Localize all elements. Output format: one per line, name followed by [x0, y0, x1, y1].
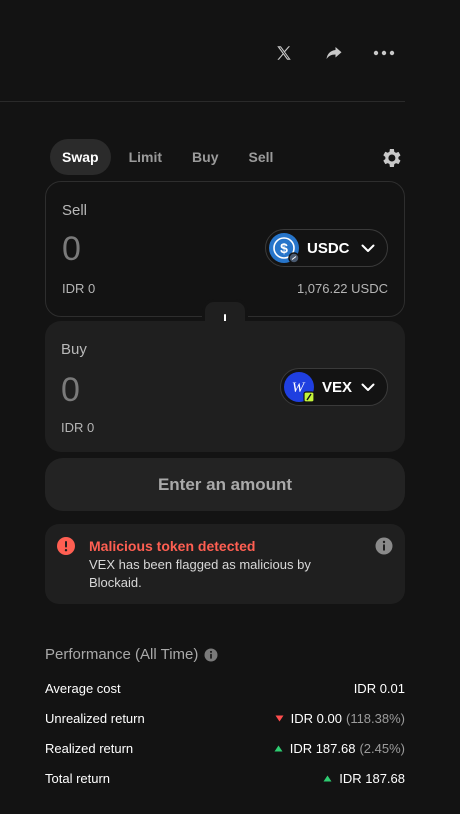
malicious-token-warning: Malicious token detected VEX has been fl…: [45, 524, 405, 604]
settings-gear-icon[interactable]: [379, 146, 403, 170]
chevron-down-icon: [361, 383, 375, 391]
perf-row-unrealized-return: Unrealized return IDR 0.00 (118.38%): [45, 708, 405, 728]
perf-label: Realized return: [45, 740, 134, 756]
more-icon[interactable]: [369, 38, 399, 68]
trend-up-icon: [323, 775, 332, 781]
usdc-logo-icon: $: [269, 233, 300, 264]
buy-panel: Buy 0 W VEX IDR 0: [45, 321, 405, 452]
trend-down-icon: [275, 715, 284, 721]
x-logo-icon[interactable]: [269, 38, 299, 68]
buy-token-selector[interactable]: W VEX: [280, 368, 388, 406]
perf-label: Total return: [45, 770, 111, 786]
top-divider: [0, 101, 405, 102]
sell-panel: Sell 0 $ USDC IDR 0 1,076.22 USDC: [45, 181, 405, 317]
vex-logo-icon: W: [284, 372, 315, 403]
tab-limit[interactable]: Limit: [117, 139, 174, 175]
svg-text:$: $: [280, 240, 288, 256]
perf-amount: IDR 187.68: [339, 770, 405, 786]
trend-up-icon: [274, 745, 283, 751]
share-icon[interactable]: [319, 38, 349, 68]
buy-token-symbol: VEX: [322, 378, 353, 396]
perf-amount: IDR 187.68: [289, 740, 356, 756]
perf-row-realized-return: Realized return IDR 187.68 (2.45%): [45, 738, 405, 758]
buy-amount-input[interactable]: 0: [61, 371, 80, 410]
enter-amount-button[interactable]: Enter an amount: [45, 458, 405, 511]
chevron-down-icon: [361, 244, 375, 252]
perf-percent: (118.38%): [345, 710, 405, 726]
tab-swap[interactable]: Swap: [50, 139, 111, 175]
sell-token-selector[interactable]: $ USDC: [265, 229, 388, 267]
perf-amount: IDR 0.00: [290, 710, 342, 726]
perf-row-total-return: Total return IDR 187.68: [45, 768, 405, 788]
alert-icon: [57, 537, 75, 555]
perf-value: IDR 187.68 (2.45%): [274, 741, 405, 756]
top-bar: [0, 0, 460, 102]
perf-value: IDR 0.01: [354, 681, 405, 696]
performance-title: Performance (All Time): [45, 646, 218, 663]
performance-title-text: Performance (All Time): [45, 646, 199, 663]
perf-label: Unrealized return: [45, 710, 145, 726]
buy-fiat-value: IDR 0: [61, 420, 95, 435]
tab-sell[interactable]: Sell: [236, 139, 285, 175]
sell-fiat-value: IDR 0: [62, 281, 96, 296]
sell-token-symbol: USDC: [307, 239, 350, 257]
warning-body: VEX has been flagged as malicious by Blo…: [89, 557, 311, 590]
perf-value: IDR 187.68: [323, 771, 405, 786]
perf-value: IDR 0.00 (118.38%): [275, 711, 405, 726]
info-icon[interactable]: [204, 648, 218, 662]
buy-label: Buy: [61, 341, 87, 358]
perf-row-average-cost: Average cost IDR 0.01: [45, 678, 405, 698]
sell-amount-input[interactable]: 0: [62, 230, 81, 269]
perf-label: Average cost: [45, 680, 121, 696]
perf-percent: (2.45%): [359, 740, 405, 756]
info-icon[interactable]: [375, 537, 393, 555]
sell-label: Sell: [62, 202, 88, 219]
warning-title: Malicious token detected: [89, 538, 256, 554]
perf-amount: IDR 0.01: [353, 680, 405, 696]
sell-balance[interactable]: 1,076.22 USDC: [297, 281, 388, 296]
tab-buy[interactable]: Buy: [180, 139, 230, 175]
trade-tabs: Swap Limit Buy Sell: [50, 139, 291, 175]
